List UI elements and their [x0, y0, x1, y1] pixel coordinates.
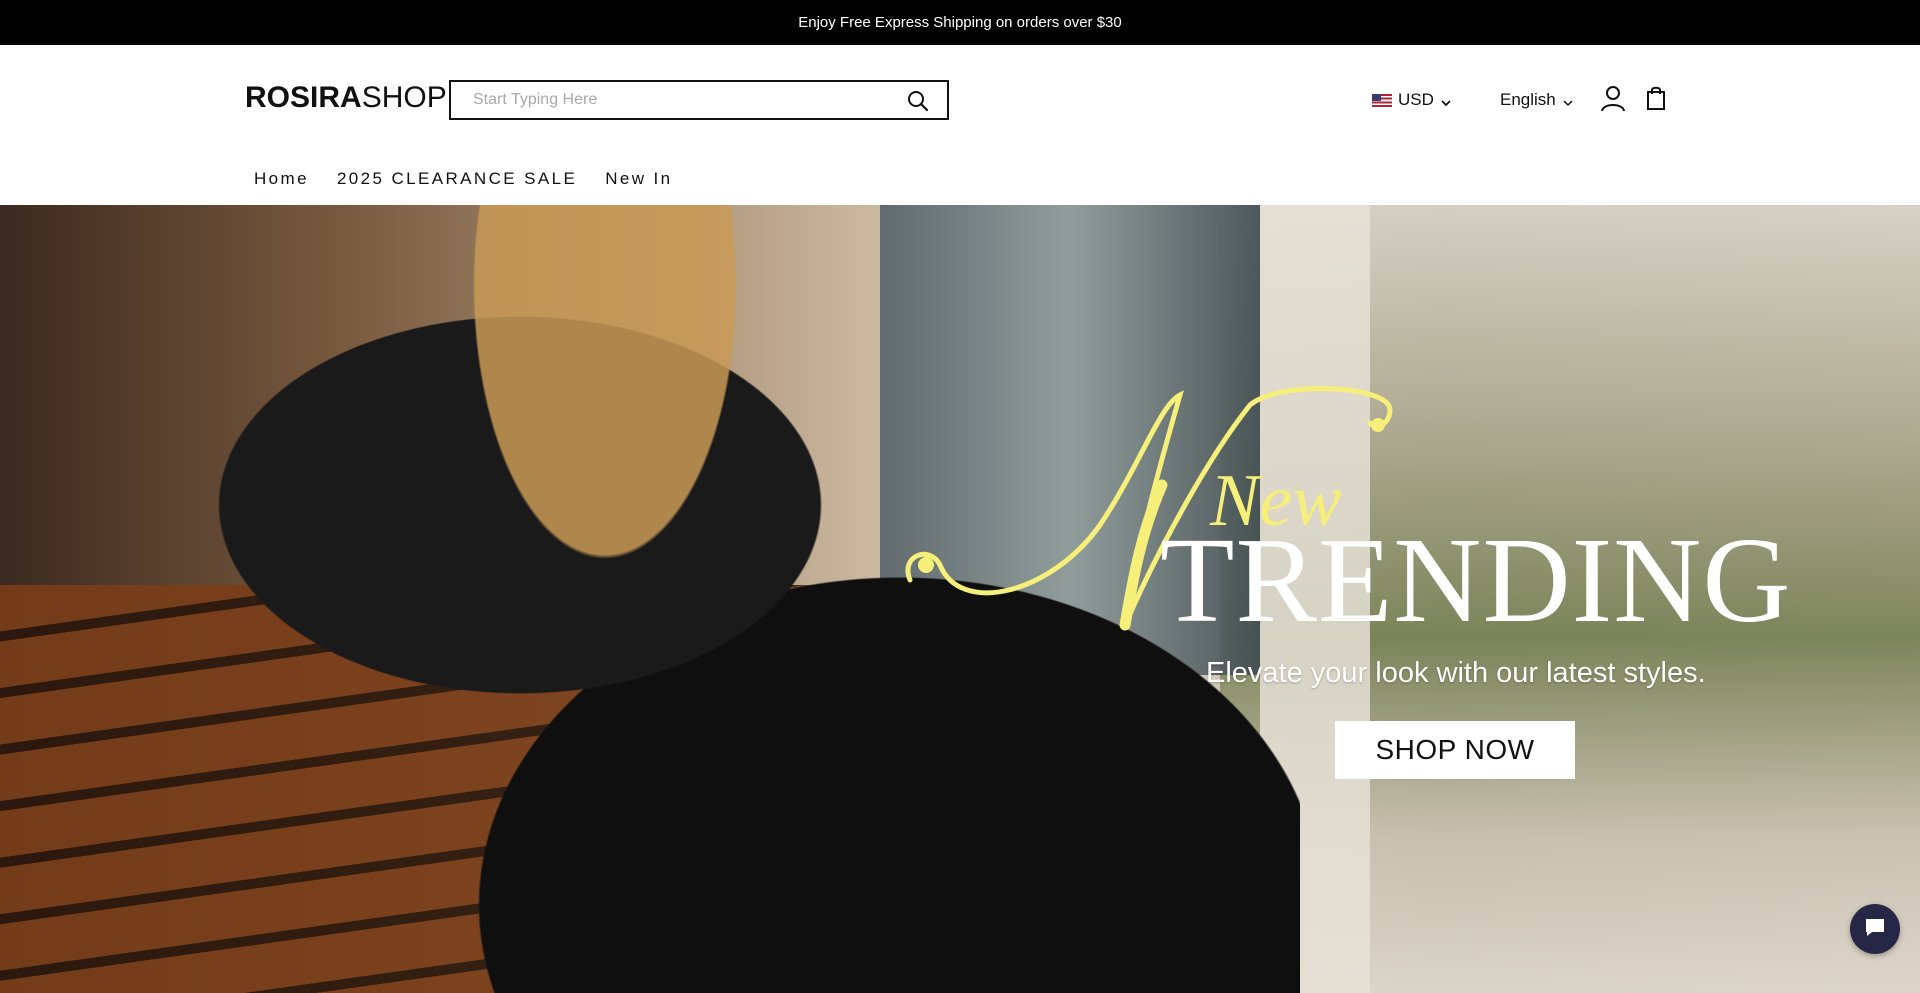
currency-selector[interactable]: USD [1372, 88, 1452, 112]
chevron-down-icon [1440, 94, 1452, 107]
search-input[interactable] [451, 82, 891, 118]
logo-light-text: SHOP [361, 81, 447, 114]
nav-item-new-in[interactable]: New In [605, 169, 672, 189]
search-icon[interactable] [907, 90, 929, 112]
hero-tagline: Elevate your look with our latest styles… [1206, 657, 1706, 689]
site-logo[interactable]: ROSIRASHOP [245, 83, 447, 113]
announcement-text: Enjoy Free Express Shipping on orders ov… [798, 14, 1122, 31]
hero-headline: TRENDING [1160, 513, 1792, 648]
us-flag-icon [1372, 93, 1392, 107]
language-selector[interactable]: English [1500, 88, 1574, 112]
chat-icon [1863, 915, 1887, 944]
shopping-bag-icon[interactable] [1645, 85, 1667, 111]
announcement-bar: Enjoy Free Express Shipping on orders ov… [0, 0, 1920, 45]
chevron-down-icon [1562, 94, 1574, 107]
account-icon[interactable] [1600, 85, 1626, 113]
search-bar [449, 80, 949, 120]
logo-bold-text: ROSIRA [245, 81, 362, 114]
hero-model-hair [470, 205, 740, 565]
chat-widget-button[interactable] [1850, 904, 1900, 954]
currency-label: USD [1398, 90, 1434, 109]
nav-item-clearance-sale[interactable]: 2025 CLEARANCE SALE [337, 169, 577, 189]
nav-item-home[interactable]: Home [254, 169, 309, 189]
main-nav: Home 2025 CLEARANCE SALE New In [254, 169, 673, 189]
shop-now-button[interactable]: SHOP NOW [1335, 721, 1575, 779]
language-label: English [1500, 90, 1556, 109]
site-header: ROSIRASHOP USD English Home 2025 CLEARAN… [0, 45, 1920, 205]
